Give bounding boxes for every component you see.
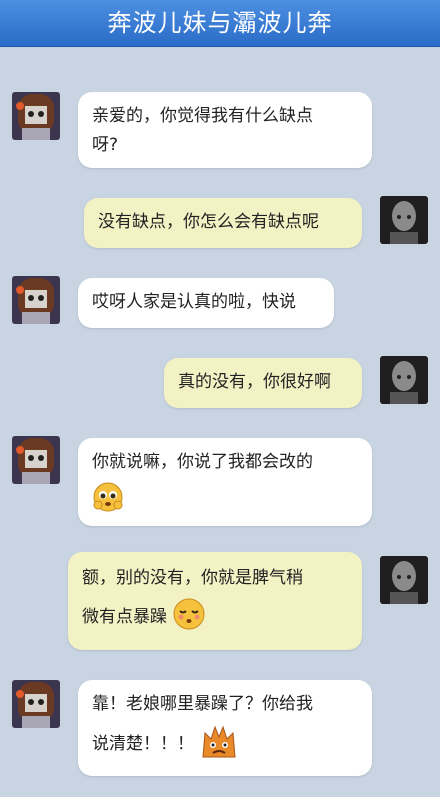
girl-avatar[interactable] [12, 680, 60, 728]
girl-avatar[interactable] [12, 436, 60, 484]
message-text: 呀? [92, 135, 119, 155]
chat-title: 奔波儿妹与灞波儿奔 [107, 9, 333, 37]
bald-man-avatar[interactable] [380, 356, 428, 404]
message-text: 亲爱的，你觉得我有什么缺点 [92, 106, 313, 126]
message-text: 真的没有，你很好啊 [178, 372, 331, 392]
message-bubble: 你就说嘛，你说了我都会改的 [78, 438, 372, 526]
message-bubble: 哎呀人家是认真的啦，快说 [78, 278, 334, 328]
girl-avatar[interactable] [12, 276, 60, 324]
message-bubble: 真的没有，你很好啊 [164, 358, 362, 408]
pleading-face-emoji [92, 481, 124, 523]
message-bubble: 没有缺点，你怎么会有缺点呢 [84, 198, 362, 248]
kissing-face-emoji [172, 597, 206, 641]
message-text: 没有缺点，你怎么会有缺点呢 [98, 212, 319, 232]
bald-man-avatar[interactable] [380, 556, 428, 604]
chat-title-bar: 奔波儿妹与灞波儿奔 [0, 0, 440, 47]
angry-emoji [199, 723, 239, 769]
message-text: 额，别的没有，你就是脾气稍 [82, 568, 303, 588]
message-text: 靠！老娘哪里暴躁了？你给我 [92, 694, 313, 714]
message-text: 哎呀人家是认真的啦，快说 [92, 292, 296, 312]
message-text: 你就说嘛，你说了我都会改的 [92, 452, 313, 472]
message-text: 说清楚！！！ [92, 734, 194, 754]
message-text: 微有点暴躁 [82, 607, 167, 627]
bald-man-avatar[interactable] [380, 196, 428, 244]
message-bubble: 亲爱的，你觉得我有什么缺点 呀? [78, 92, 372, 168]
message-bubble: 靠！老娘哪里暴躁了？你给我 说清楚！！！ [78, 680, 372, 776]
message-bubble: 额，别的没有，你就是脾气稍 微有点暴躁 [68, 552, 362, 650]
girl-avatar[interactable] [12, 92, 60, 140]
